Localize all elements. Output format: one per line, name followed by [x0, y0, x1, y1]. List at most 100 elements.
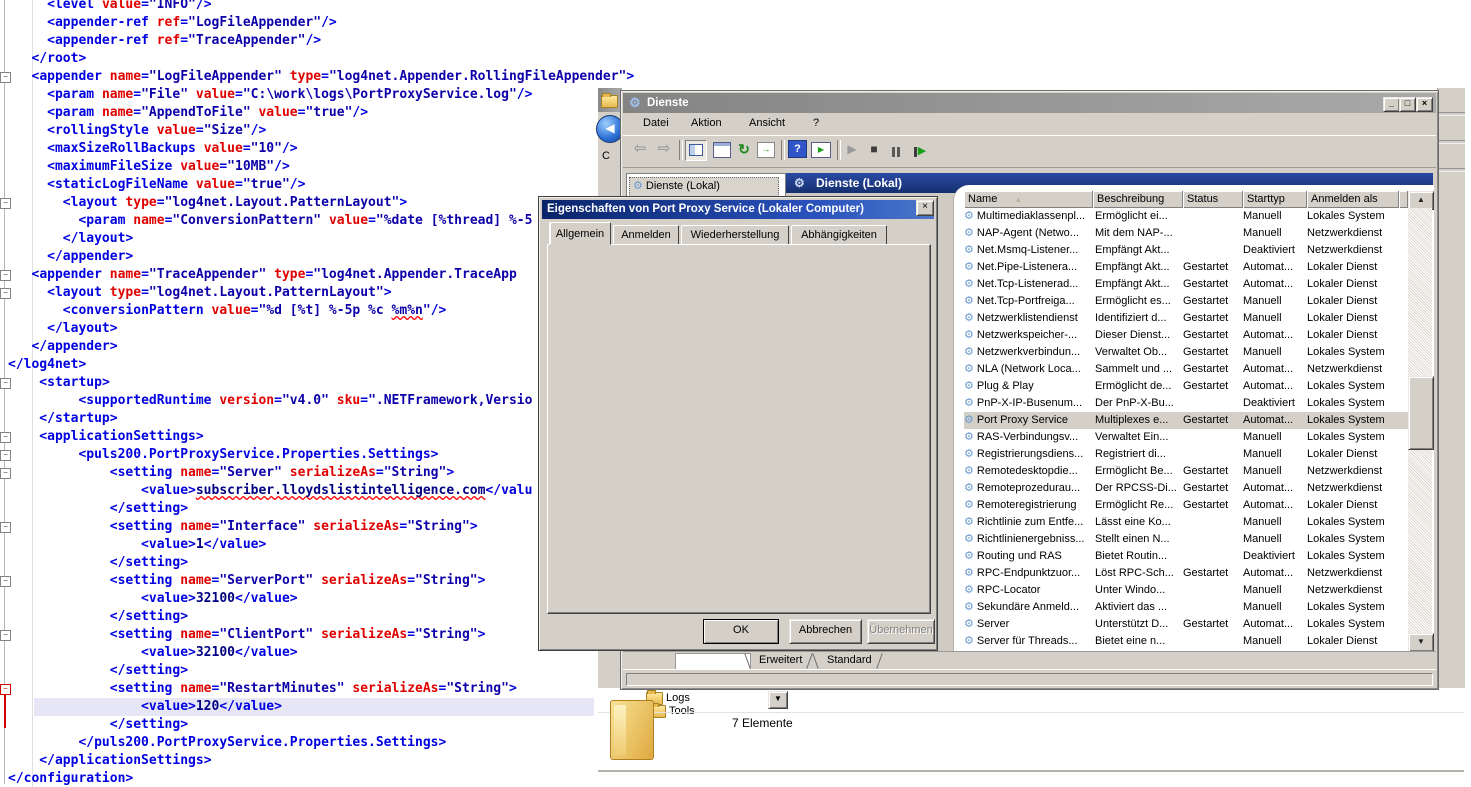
tab-erweitert[interactable]: Erweitert: [759, 654, 802, 666]
code-fold-box[interactable]: −: [0, 288, 11, 299]
column-header-name[interactable]: Name ▲: [964, 191, 1093, 208]
tab-wiederherstellung[interactable]: Wiederherstellung: [681, 225, 789, 245]
column-header-status[interactable]: Status: [1183, 191, 1243, 208]
services-gear-icon: ⚙: [629, 93, 641, 113]
tab-anmelden[interactable]: Anmelden: [613, 225, 679, 245]
services-statusbar: [623, 669, 1436, 688]
service-row[interactable]: ⚙Multimediaklassenpl... Ermöglicht ei...…: [964, 208, 1408, 225]
code-fold-box-changed[interactable]: −: [0, 684, 11, 695]
code-fold-box[interactable]: −: [0, 432, 11, 443]
service-row[interactable]: ⚙Net.Tcp-Listenerad... Empfängt Akt... G…: [964, 276, 1408, 293]
help-icon[interactable]: ?: [788, 140, 807, 158]
scrollbar-track[interactable]: [1408, 208, 1432, 650]
service-row[interactable]: ⚙RPC-Locator Unter Windo... Manuell Netz…: [964, 582, 1408, 599]
service-row[interactable]: ⚙Netzwerklistendienst Identifiziert d...…: [964, 310, 1408, 327]
column-header-beschreibung[interactable]: Beschreibung: [1093, 191, 1183, 208]
code-fold-box[interactable]: −: [0, 270, 11, 281]
service-row[interactable]: ⚙Server für Threads... Bietet eine n... …: [964, 633, 1408, 650]
code-fold-box[interactable]: −: [0, 378, 11, 389]
service-row[interactable]: ⚙Richtlinie zum Entfe... Lässt eine Ko..…: [964, 514, 1408, 531]
restart-service-icon[interactable]: ▶: [911, 144, 929, 162]
service-row[interactable]: ⚙RPC-Endpunktzuor... Löst RPC-Sch... Ges…: [964, 565, 1408, 582]
service-row[interactable]: ⚙NLA (Network Loca... Sammelt und ... Ge…: [964, 361, 1408, 378]
export-list-icon[interactable]: →: [757, 142, 775, 158]
explorer-folder-icon: [601, 95, 618, 108]
tab-allgemein[interactable]: Allgemein: [549, 222, 611, 245]
menu-ansicht[interactable]: Ansicht: [749, 117, 785, 129]
ok-button[interactable]: OK: [703, 619, 779, 644]
refresh-icon[interactable]: ↻: [735, 140, 753, 158]
service-gear-icon: ⚙: [964, 482, 974, 494]
service-row[interactable]: ⚙NAP-Agent (Netwo... Mit dem NAP-... Man…: [964, 225, 1408, 242]
pause-service-icon[interactable]: [889, 144, 903, 162]
sort-asc-icon: ▲: [1014, 195, 1022, 204]
bottom-tabstrip: Erweitert Standard: [623, 651, 1436, 670]
forward-icon[interactable]: ⇨: [655, 140, 673, 158]
code-fold-box[interactable]: −: [0, 198, 11, 209]
service-row[interactable]: ⚙Server Unterstützt D... Gestartet Autom…: [964, 616, 1408, 633]
tab-standard[interactable]: Standard: [827, 654, 872, 666]
service-row[interactable]: ⚙Remotedesktopdie... Ermöglicht Be... Ge…: [964, 463, 1408, 480]
service-row[interactable]: ⚙Net.Pipe-Listenera... Empfängt Akt... G…: [964, 259, 1408, 276]
tree-item-dienste-lokal[interactable]: ⚙Dienste (Lokal): [629, 177, 779, 197]
service-row[interactable]: ⚙Netzwerkverbindun... Verwaltet Ob... Ge…: [964, 344, 1408, 361]
service-row[interactable]: ⚙Remoteprozedurau... Der RPCSS-Di... Ges…: [964, 480, 1408, 497]
service-row[interactable]: ⚙Net.Msmq-Listener... Empfängt Akt... De…: [964, 242, 1408, 259]
service-row[interactable]: ⚙RAS-Verbindungsv... Verwaltet Ein... Ma…: [964, 429, 1408, 446]
tabstrip-blank-box: [675, 653, 751, 670]
maximize-button[interactable]: □: [1399, 97, 1416, 112]
dialog-titlebar[interactable]: Eigenschaften von Port Proxy Service (Lo…: [542, 200, 934, 219]
scrollbar-thumb[interactable]: [1408, 376, 1434, 450]
tree-gear-icon: ⚙: [633, 180, 643, 192]
service-gear-icon: ⚙: [964, 499, 974, 511]
folder-item[interactable]: Tools: [669, 705, 695, 717]
stop-service-icon[interactable]: ■: [867, 140, 881, 158]
service-gear-icon: ⚙: [964, 516, 974, 528]
service-gear-icon: ⚙: [964, 533, 974, 545]
explorer-combo-dropdown-button[interactable]: ▼: [768, 691, 788, 709]
service-row[interactable]: ⚙Netzwerkspeicher-... Dieser Dienst... G…: [964, 327, 1408, 344]
menu-datei[interactable]: Datei: [643, 117, 669, 129]
menu-help[interactable]: ?: [813, 117, 819, 129]
service-row[interactable]: ⚙Port Proxy Service Multiplexes e... Ges…: [964, 412, 1408, 429]
services-pane-header-title: Dienste (Lokal): [816, 173, 902, 193]
menu-aktion[interactable]: Aktion: [691, 117, 722, 129]
folder-item[interactable]: Logs: [666, 692, 690, 704]
scrollbar-down-button[interactable]: ▼: [1408, 633, 1434, 652]
dialog-close-button[interactable]: ×: [916, 200, 934, 216]
service-row[interactable]: ⚙Richtlinienergebniss... Stellt einen N.…: [964, 531, 1408, 548]
tab-abhaengigkeiten[interactable]: Abhängigkeiten: [791, 225, 887, 245]
service-row[interactable]: ⚙Plug & Play Ermöglicht de... Gestartet …: [964, 378, 1408, 395]
standard-view-icon[interactable]: ▶: [811, 142, 831, 158]
uebernehmen-button: Übernehmen: [867, 619, 935, 644]
column-header-starttyp[interactable]: Starttyp: [1243, 191, 1307, 208]
code-fold-box[interactable]: −: [0, 72, 11, 83]
services-titlebar[interactable]: ⚙ Dienste _ □ ×: [623, 93, 1436, 113]
column-header-anmelden[interactable]: Anmelden als: [1307, 191, 1399, 208]
service-row[interactable]: ⚙Remoteregistrierung Ermöglicht Re... Ge…: [964, 497, 1408, 514]
service-row[interactable]: ⚙Registrierungsdiens... Registriert di..…: [964, 446, 1408, 463]
chevron-down-icon: ▼: [774, 694, 782, 703]
service-row[interactable]: ⚙Net.Tcp-Portfreiga... Ermöglicht es... …: [964, 293, 1408, 310]
code-fold-box[interactable]: −: [0, 576, 11, 587]
abbrechen-button[interactable]: Abbrechen: [789, 619, 862, 644]
start-service-icon[interactable]: ▶: [845, 140, 859, 158]
code-fold-box[interactable]: −: [0, 522, 11, 533]
code-fold-box[interactable]: −: [0, 468, 11, 479]
service-gear-icon: ⚙: [964, 295, 974, 307]
service-row[interactable]: ⚙PnP-X-IP-Busenum... Der PnP-X-Bu... Dea…: [964, 395, 1408, 412]
scroll-up-icon: ▲: [1417, 195, 1425, 204]
header-gear-icon: ⚙: [794, 173, 805, 193]
show-console-tree-icon[interactable]: [685, 140, 707, 161]
service-row[interactable]: ⚙Sekundäre Anmeld... Aktiviert das ... M…: [964, 599, 1408, 616]
code-fold-box[interactable]: −: [0, 630, 11, 641]
service-row[interactable]: ⚙Routing und RAS Bietet Routin... Deakti…: [964, 548, 1408, 565]
code-fold-box[interactable]: −: [0, 450, 11, 461]
properties-icon[interactable]: [713, 142, 731, 158]
back-icon[interactable]: ⇦: [631, 140, 649, 158]
explorer-right-edge: [1437, 88, 1465, 688]
close-button[interactable]: ×: [1416, 97, 1433, 112]
dialog-title: Eigenschaften von Port Proxy Service (Lo…: [547, 203, 864, 215]
maximize-icon: □: [1405, 98, 1410, 108]
minimize-button[interactable]: _: [1383, 97, 1400, 112]
